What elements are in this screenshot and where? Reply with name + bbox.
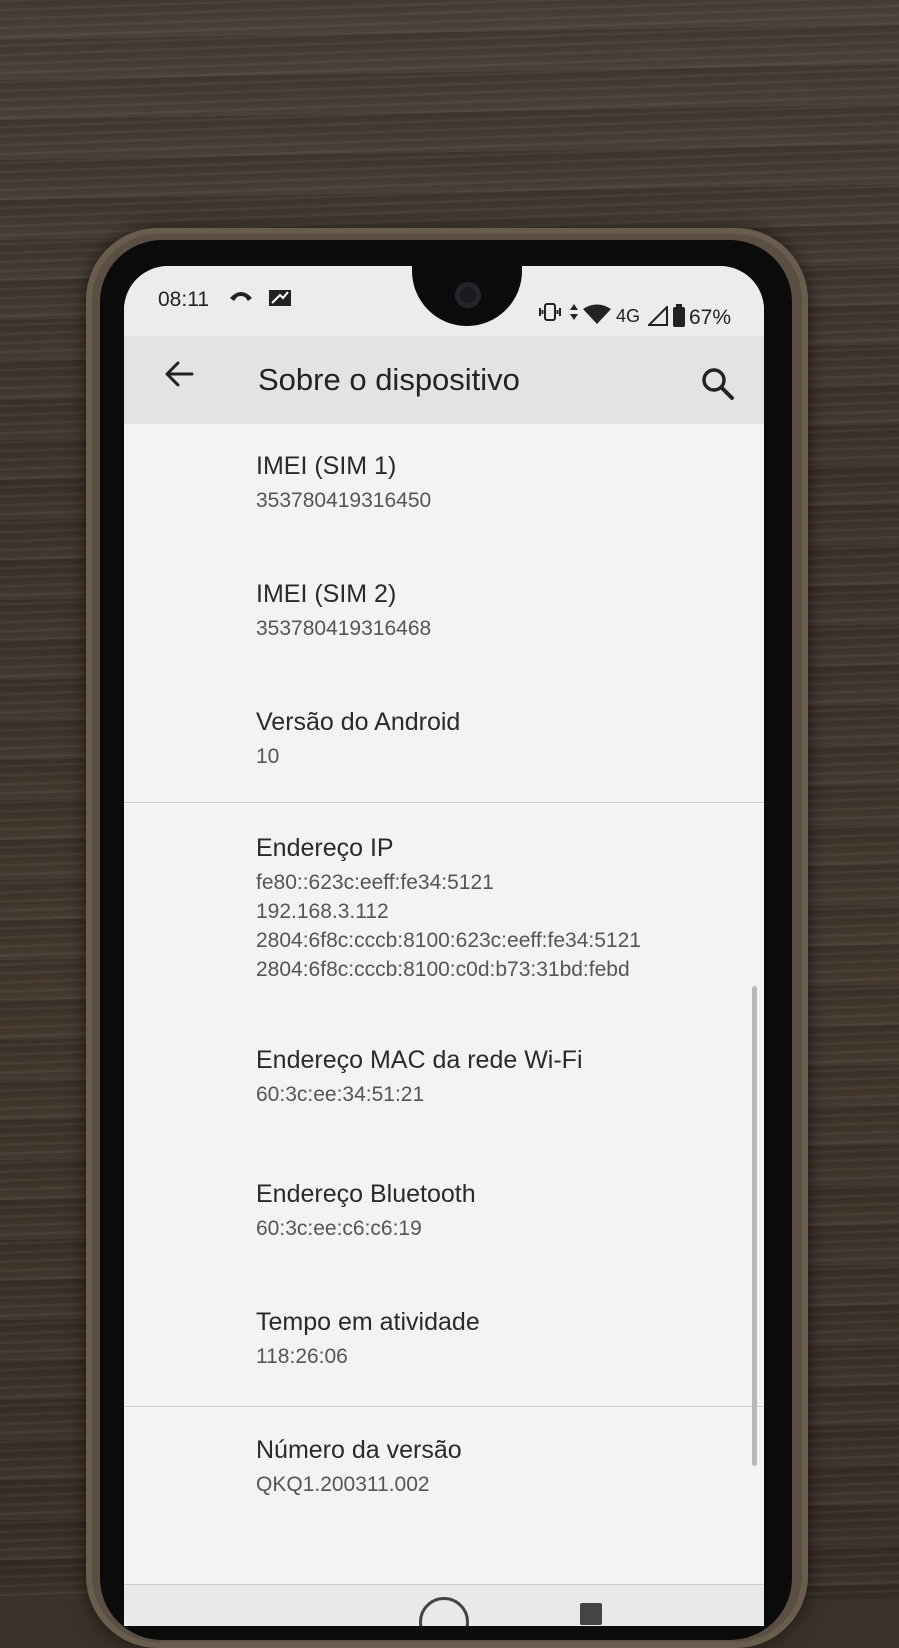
item-title: Endereço MAC da rede Wi-Fi (256, 1046, 583, 1074)
front-camera (455, 282, 481, 308)
item-value: 353780419316450 (256, 489, 432, 512)
status-bar: 08:11 4G 67% (124, 266, 764, 336)
item-value: 353780419316468 (256, 617, 432, 640)
item-title: Versão do Android (256, 708, 461, 736)
recents-button-icon[interactable] (580, 1603, 602, 1625)
signal-icon (646, 304, 668, 331)
network-type: 4G (616, 306, 641, 326)
item-value: fe80::623c:eeff:fe34:5121 (256, 871, 494, 894)
item-value: 192.168.3.112 (256, 900, 389, 923)
app-bar: Sobre o dispositivo (124, 336, 764, 424)
message-icon (268, 286, 292, 313)
item-title: IMEI (SIM 1) (256, 452, 397, 480)
item-title: Tempo em atividade (256, 1308, 480, 1336)
item-value: 60:3c:ee:c6:c6:19 (256, 1217, 422, 1240)
item-title: Endereço IP (256, 834, 394, 862)
item-value: 2804:6f8c:cccb:8100:623c:eeff:fe34:5121 (256, 929, 641, 952)
page-title: Sobre o dispositivo (258, 362, 520, 397)
search-icon[interactable] (698, 364, 738, 404)
wifi-icon (582, 304, 612, 329)
vibrate-icon (538, 302, 562, 327)
item-value: QKQ1.200311.002 (256, 1473, 430, 1496)
item-value: 118:26:06 (256, 1345, 348, 1368)
item-value: 60:3c:ee:34:51:21 (256, 1083, 425, 1106)
status-time: 08:11 (158, 288, 209, 311)
item-value: 2804:6f8c:cccb:8100:c0d:b73:31bd:febd (256, 958, 630, 981)
call-icon (228, 286, 254, 311)
back-arrow-icon[interactable] (160, 354, 200, 394)
section-divider (124, 1406, 764, 1407)
navigation-bar (124, 1584, 764, 1626)
scrollbar[interactable] (752, 986, 757, 1466)
phone-screen: 08:11 4G 67% Sobre o dispositivo IMEI (S… (124, 266, 764, 1626)
item-value: 10 (256, 745, 280, 768)
home-button-icon[interactable] (419, 1597, 469, 1626)
item-title: Endereço Bluetooth (256, 1180, 476, 1208)
data-arrows-icon (568, 302, 580, 327)
battery-icon (672, 304, 686, 333)
battery-level: 67% (689, 306, 732, 329)
section-divider (124, 802, 764, 803)
item-title: Número da versão (256, 1436, 462, 1464)
camera-notch (412, 266, 522, 326)
item-title: IMEI (SIM 2) (256, 580, 397, 608)
